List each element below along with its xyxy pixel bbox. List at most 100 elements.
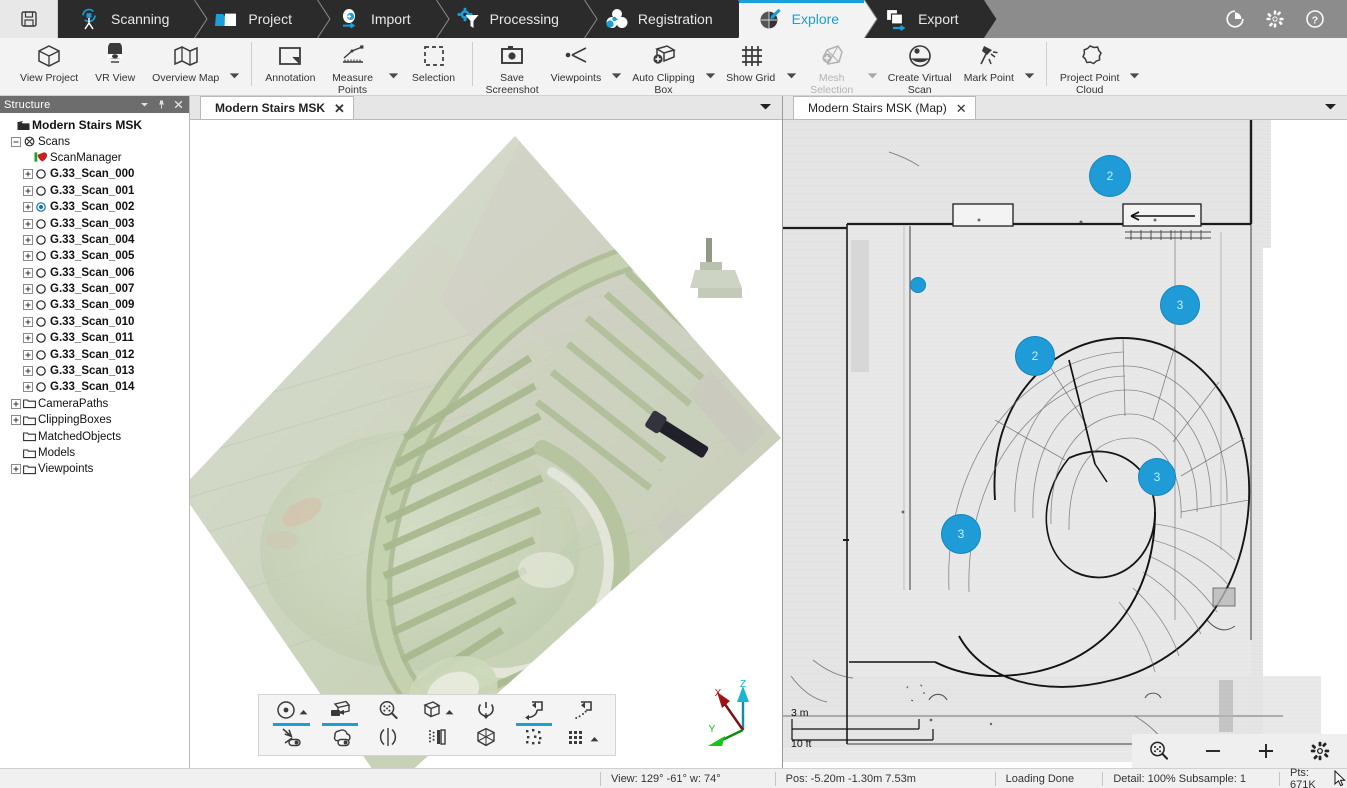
toolbar-button-show-grid[interactable]: Show Grid — [720, 38, 782, 85]
tree-item-camerapaths[interactable]: CameraPaths — [4, 396, 189, 412]
toolbar-dropdown-viewpoints-icon[interactable] — [608, 69, 625, 83]
help-icon[interactable]: ? — [1305, 9, 1325, 29]
gear-icon[interactable] — [1307, 738, 1333, 764]
nav-button-split-view[interactable] — [364, 725, 413, 752]
toolbar-button-create-virtual-scan[interactable]: Create Virtual Scan — [882, 38, 958, 97]
tree-item-g-33-scan-012[interactable]: G.33_Scan_012 — [4, 346, 189, 362]
nav-button-point-dots[interactable] — [510, 725, 559, 752]
nav-button-density-bar[interactable] — [413, 725, 462, 752]
nav-button-rotate-step[interactable] — [558, 698, 607, 725]
ribbon-tab-project[interactable]: Project — [195, 0, 331, 38]
tree-expander-icon[interactable] — [10, 415, 22, 426]
nav-button-toggle-cloud[interactable] — [316, 725, 365, 752]
toolbar-dropdown-mark-point-icon[interactable] — [1021, 69, 1038, 83]
tree-item-viewpoints[interactable]: Viewpoints — [4, 461, 189, 477]
ribbon-tab-scanning[interactable]: Scanning — [58, 0, 208, 38]
toolbar-button-measure-points[interactable]: Measure Points — [322, 38, 384, 97]
ribbon-tab-export[interactable]: Export — [865, 0, 998, 38]
chevron-down-icon[interactable] — [138, 98, 151, 111]
tree-expander-icon[interactable] — [22, 267, 34, 278]
tree-item-scans[interactable]: Scans — [4, 133, 189, 149]
nav-button-walk-camera[interactable] — [316, 698, 365, 726]
tab-modern-stairs-msk-map[interactable]: Modern Stairs MSK (Map) ✕ — [793, 96, 976, 119]
tree-expander-icon[interactable] — [22, 251, 34, 262]
tree-item-g-33-scan-014[interactable]: G.33_Scan_014 — [4, 379, 189, 395]
fit-view-icon[interactable] — [1146, 738, 1172, 764]
close-icon[interactable] — [172, 98, 185, 111]
save-document-icon[interactable] — [0, 0, 58, 38]
pin-icon[interactable] — [155, 98, 168, 111]
tree-item-g-33-scan-006[interactable]: G.33_Scan_006 — [4, 265, 189, 281]
ribbon-tab-processing[interactable]: Processing — [436, 0, 598, 38]
toolbar-button-vr-view[interactable]: VR View — [84, 38, 146, 85]
tree-item-matchedobjects[interactable]: MatchedObjects — [4, 428, 189, 444]
tree-expander-icon[interactable] — [22, 169, 34, 180]
toolbar-button-view-project[interactable]: View Project — [14, 38, 84, 85]
tree-item-g-33-scan-000[interactable]: G.33_Scan_000 — [4, 166, 189, 182]
tree-expander-icon[interactable] — [22, 234, 34, 245]
tree-item-g-33-scan-004[interactable]: G.33_Scan_004 — [4, 232, 189, 248]
tabstrip-overflow-icon[interactable] — [1324, 100, 1337, 114]
map-scan-marker[interactable]: 2 — [1089, 155, 1131, 197]
nav-button-top-view[interactable] — [461, 698, 510, 725]
tree-item-g-33-scan-003[interactable]: G.33_Scan_003 — [4, 215, 189, 231]
tree-item-clippingboxes[interactable]: ClippingBoxes — [4, 412, 189, 428]
toolbar-dropdown-project-point-cloud-icon[interactable] — [1126, 69, 1143, 83]
toolbar-dropdown-show-grid-icon[interactable] — [783, 69, 800, 83]
tree-expander-icon[interactable] — [22, 202, 34, 213]
tree-item-g-33-scan-001[interactable]: G.33_Scan_001 — [4, 183, 189, 199]
tree-item-g-33-scan-010[interactable]: G.33_Scan_010 — [4, 314, 189, 330]
tree-expander-icon[interactable] — [22, 349, 34, 360]
tree-expander-icon[interactable] — [22, 316, 34, 327]
toolbar-button-auto-clipping-box[interactable]: Auto Clipping Box — [626, 38, 700, 97]
tree-expander-icon[interactable] — [22, 382, 34, 393]
toolbar-button-mark-point[interactable]: Mark Point — [958, 38, 1020, 85]
map-scan-marker[interactable]: 2 — [1015, 336, 1055, 376]
ribbon-tab-explore[interactable]: Explore — [738, 0, 878, 38]
tree-expander-icon[interactable] — [22, 366, 34, 377]
map-scan-marker[interactable]: 3 — [941, 514, 981, 554]
nav-button-target-dot[interactable] — [267, 698, 316, 726]
toolbar-button-save-screenshot[interactable]: Save Screenshot — [480, 38, 545, 97]
tree-item-modern-stairs-msk[interactable]: Modern Stairs MSK — [4, 117, 189, 133]
ribbon-tab-registration[interactable]: Registration — [584, 0, 752, 38]
tree-item-g-33-scan-013[interactable]: G.33_Scan_013 — [4, 363, 189, 379]
tree-expander-icon[interactable] — [10, 464, 22, 475]
zoom-in-icon[interactable] — [1253, 738, 1279, 764]
tab-modern-stairs-msk[interactable]: Modern Stairs MSK ✕ — [200, 96, 354, 119]
map-scan-marker[interactable]: 3 — [1138, 458, 1176, 496]
tab-close-icon[interactable]: ✕ — [956, 102, 967, 115]
gear-icon[interactable] — [1265, 9, 1285, 29]
toolbar-dropdown-auto-clipping-box-icon[interactable] — [702, 69, 719, 83]
nav-dropdown-icon[interactable] — [299, 705, 308, 719]
nav-button-toggle-arrow[interactable] — [267, 725, 316, 752]
nav-button-cube-wire[interactable] — [461, 725, 510, 752]
toolbar-button-viewpoints[interactable]: Viewpoints — [545, 38, 608, 85]
tree-item-scanmanager[interactable]: ScanManager — [4, 150, 189, 166]
tabstrip-overflow-icon[interactable] — [759, 100, 772, 114]
tree-expander-icon[interactable] — [22, 185, 34, 196]
tree-item-g-33-scan-007[interactable]: G.33_Scan_007 — [4, 281, 189, 297]
tab-close-icon[interactable]: ✕ — [334, 102, 345, 115]
tree-expander-icon[interactable] — [22, 284, 34, 295]
tree-item-models[interactable]: Models — [4, 445, 189, 461]
toolbar-button-selection[interactable]: Selection — [403, 38, 465, 85]
view3d-canvas[interactable]: Z X Y — [190, 120, 782, 768]
pie-progress-icon[interactable] — [1225, 9, 1245, 29]
map-scan-point[interactable] — [910, 277, 926, 293]
map-scan-marker[interactable]: 3 — [1160, 285, 1200, 325]
toolbar-dropdown-measure-points-icon[interactable] — [385, 69, 402, 83]
map-canvas[interactable]: 2 3 2 3 3 3 m 10 ft — [783, 120, 1347, 768]
tree-expander-icon[interactable] — [10, 136, 22, 147]
toolbar-button-overview-map[interactable]: Overview Map — [146, 38, 225, 85]
nav-button-box-view[interactable] — [413, 698, 462, 725]
tree-expander-icon[interactable] — [22, 218, 34, 229]
tree-item-g-33-scan-009[interactable]: G.33_Scan_009 — [4, 297, 189, 313]
toolbar-button-project-point-cloud[interactable]: Project Point Cloud — [1054, 38, 1126, 97]
tree-expander-icon[interactable] — [10, 398, 22, 409]
nav-button-grid-dots[interactable] — [558, 725, 607, 752]
tree-item-g-33-scan-002[interactable]: G.33_Scan_002 — [4, 199, 189, 215]
tree-expander-icon[interactable] — [22, 300, 34, 311]
nav-button-zoom-points[interactable] — [364, 698, 413, 725]
tree-expander-icon[interactable] — [22, 333, 34, 344]
